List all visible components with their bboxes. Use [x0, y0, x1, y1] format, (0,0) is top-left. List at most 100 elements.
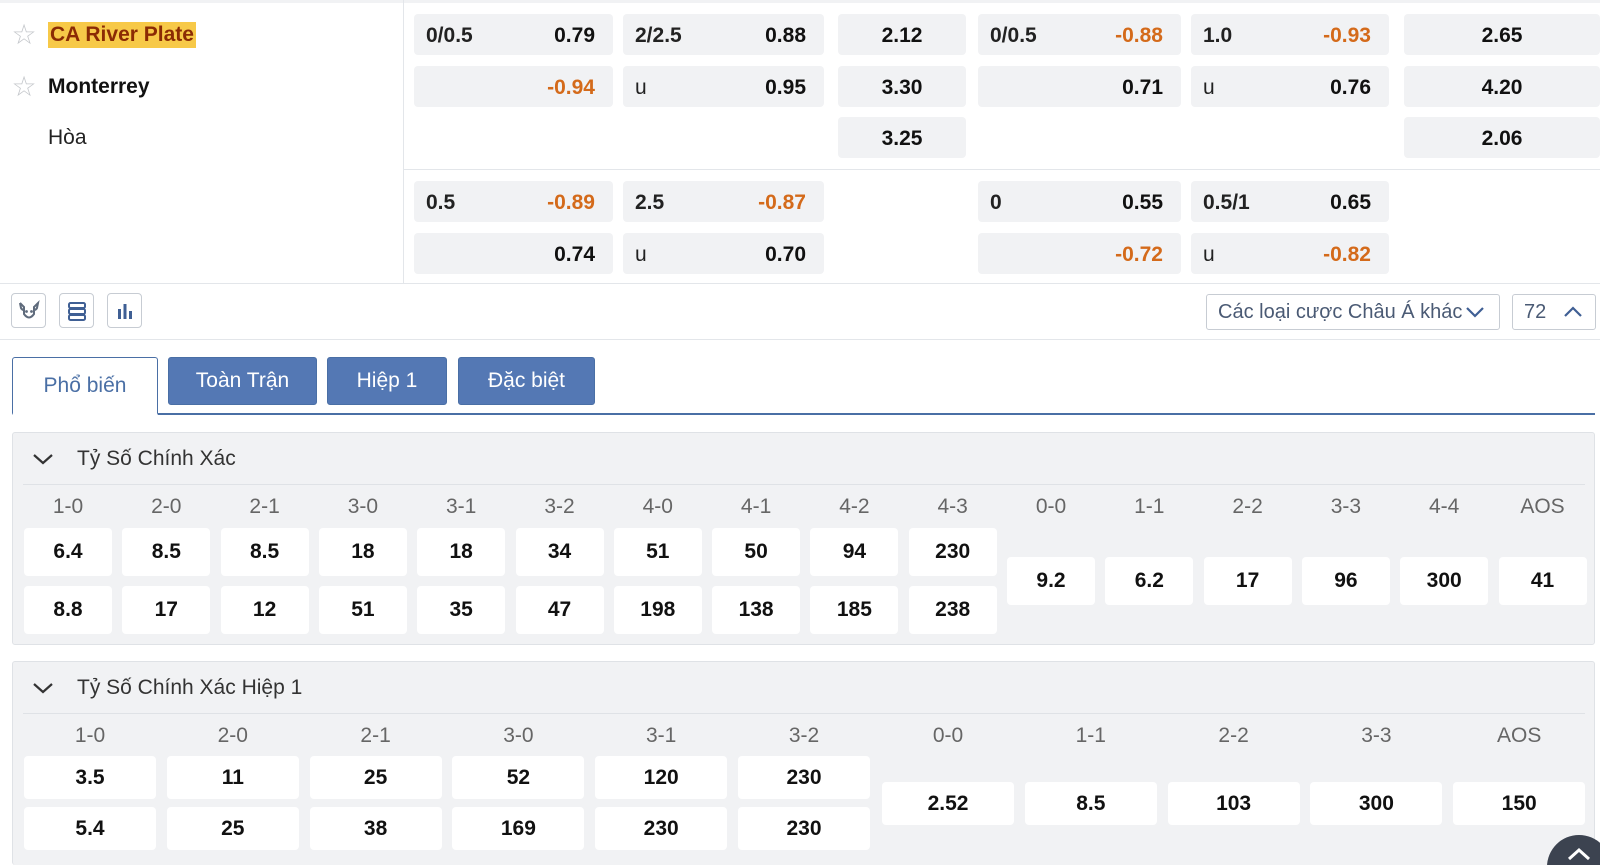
market-tabs: Phổ biến Toàn Trận Hiệp 1 Đặc biệt	[12, 357, 1595, 415]
odds-value: -0.82	[1323, 243, 1371, 266]
score-odds-cell[interactable]: 47	[515, 586, 604, 634]
odds-cell[interactable]: u 0.76	[1191, 66, 1389, 107]
star-icon[interactable]: ☆	[0, 73, 48, 101]
score-odds-cell[interactable]: 34	[515, 528, 604, 576]
score-odds-cell[interactable]: 8.5	[220, 528, 309, 576]
score-odds-cell[interactable]: 3.5	[24, 756, 156, 799]
star-icon[interactable]: ☆	[0, 21, 48, 49]
odds-cell[interactable]: 3.30	[838, 66, 966, 107]
score-odds-cell[interactable]: 169	[452, 807, 585, 850]
score-odds-cell[interactable]: 96	[1301, 557, 1390, 605]
bull-icon[interactable]	[11, 293, 46, 328]
odds-cell[interactable]: 0.5/1 0.65	[1191, 181, 1389, 222]
odds-cell[interactable]: 2.06	[1404, 117, 1600, 158]
score-odds-cell[interactable]: 2.52	[882, 782, 1014, 825]
odds-value: -0.72	[1115, 243, 1163, 266]
score-odds-cell[interactable]: 11	[166, 756, 299, 799]
odds-cell[interactable]: u 0.95	[623, 66, 824, 107]
score-odds-cell[interactable]: 138	[712, 586, 801, 634]
score-odds-cell[interactable]: 8.8	[24, 586, 112, 634]
score-odds-cell[interactable]: 50	[712, 528, 801, 576]
correct-score-header[interactable]: Tỷ Số Chính Xác	[23, 433, 1585, 485]
chevron-down-icon[interactable]	[23, 662, 63, 714]
score-odds-cell[interactable]: 198	[613, 586, 702, 634]
score-odds-cell[interactable]: 120	[595, 756, 728, 799]
odds-value: 0.74	[554, 243, 595, 266]
tab-full-match[interactable]: Toàn Trận	[168, 357, 317, 405]
odds-cell[interactable]: 1.0 -0.93	[1191, 14, 1389, 55]
score-odds-cell[interactable]: 25	[166, 807, 299, 850]
score-odds-cell[interactable]: 5.4	[24, 807, 156, 850]
odds-cell[interactable]: 2/2.5 0.88	[623, 14, 824, 55]
score-odds-cell[interactable]: 300	[1310, 782, 1443, 825]
odds-cell[interactable]: 3.25	[838, 117, 966, 158]
odds-cell[interactable]: 2.12	[838, 14, 966, 55]
score-odds-cell[interactable]: 6.4	[24, 528, 112, 576]
bar-chart-icon[interactable]	[107, 293, 142, 328]
score-odds-cell[interactable]: 18	[417, 528, 506, 576]
score-odds-cell[interactable]: 6.2	[1105, 557, 1194, 605]
market-type-value: Các loại cược Châu Á khác	[1218, 300, 1463, 323]
score-header: 2-0	[217, 724, 248, 747]
odds-cell[interactable]: 0.5 -0.89	[414, 181, 613, 222]
odds-cell[interactable]: 0 0.55	[978, 181, 1181, 222]
chevron-down-icon[interactable]	[23, 433, 63, 485]
odds-line-label: u	[635, 243, 647, 266]
count-select[interactable]: 72	[1512, 294, 1596, 330]
score-header: 1-1	[1134, 495, 1165, 518]
odds-cell[interactable]: 0.74	[414, 233, 613, 274]
score-header: 3-1	[646, 724, 677, 747]
odds-value: -0.88	[1115, 24, 1163, 47]
score-header: 2-2	[1218, 724, 1249, 747]
score-odds-cell[interactable]: 25	[309, 756, 442, 799]
odds-cell[interactable]: 2.5 -0.87	[623, 181, 824, 222]
score-odds-cell[interactable]: 52	[452, 756, 585, 799]
odds-cell[interactable]: 0.71	[978, 66, 1181, 107]
score-odds-cell[interactable]: 230	[595, 807, 728, 850]
score-odds-cell[interactable]: 51	[613, 528, 702, 576]
market-type-select[interactable]: Các loại cược Châu Á khác	[1206, 294, 1500, 330]
score-odds-cell[interactable]: 8.5	[122, 528, 211, 576]
chevron-up-icon	[1564, 306, 1582, 317]
odds-cell[interactable]: 0/0.5 -0.88	[978, 14, 1181, 55]
score-odds-cell[interactable]: 185	[810, 586, 899, 634]
scroll-to-top-button[interactable]	[1547, 835, 1600, 865]
score-odds-cell[interactable]: 230	[738, 756, 870, 799]
score-odds-cell[interactable]: 103	[1167, 782, 1300, 825]
away-team-name[interactable]: Monterrey	[48, 75, 150, 99]
score-odds-cell[interactable]: 150	[1453, 782, 1586, 825]
score-odds-cell[interactable]: 35	[417, 586, 506, 634]
score-odds-cell[interactable]: 9.2	[1007, 557, 1095, 605]
odds-cell[interactable]: 0/0.5 0.79	[414, 14, 613, 55]
odds-cell[interactable]: 2.65	[1404, 14, 1600, 55]
odds-line-label: 0/0.5	[426, 24, 473, 47]
score-header: 1-0	[52, 495, 84, 518]
tab-special[interactable]: Đặc biệt	[458, 357, 595, 405]
odds-cell[interactable]: u -0.82	[1191, 233, 1389, 274]
score-odds-cell[interactable]: 238	[908, 586, 997, 634]
score-odds-cell[interactable]: 17	[122, 586, 211, 634]
odds-value: -0.87	[758, 191, 806, 214]
score-odds-cell[interactable]: 51	[318, 586, 407, 634]
score-odds-cell[interactable]: 12	[220, 586, 309, 634]
layers-icon[interactable]	[59, 293, 94, 328]
odds-cell[interactable]: u 0.70	[623, 233, 824, 274]
odds-cell[interactable]: 4.20	[1404, 66, 1600, 107]
score-odds-cell[interactable]: 41	[1498, 557, 1587, 605]
correct-score-ht-header[interactable]: Tỷ Số Chính Xác Hiệp 1	[23, 662, 1585, 714]
tab-popular[interactable]: Phổ biến	[12, 357, 158, 415]
odds-value: -0.93	[1323, 24, 1371, 47]
score-odds-cell[interactable]: 18	[318, 528, 407, 576]
score-odds-cell[interactable]: 94	[810, 528, 899, 576]
score-odds-cell[interactable]: 17	[1203, 557, 1292, 605]
tab-first-half[interactable]: Hiệp 1	[327, 357, 447, 405]
score-header: 3-0	[347, 495, 379, 518]
score-odds-cell[interactable]: 300	[1400, 557, 1489, 605]
odds-cell[interactable]: -0.72	[978, 233, 1181, 274]
home-team-name[interactable]: CA River Plate	[48, 22, 196, 48]
score-odds-cell[interactable]: 230	[738, 807, 870, 850]
score-odds-cell[interactable]: 230	[908, 528, 997, 576]
score-odds-cell[interactable]: 38	[309, 807, 442, 850]
score-odds-cell[interactable]: 8.5	[1024, 782, 1157, 825]
odds-cell[interactable]: -0.94	[414, 66, 613, 107]
